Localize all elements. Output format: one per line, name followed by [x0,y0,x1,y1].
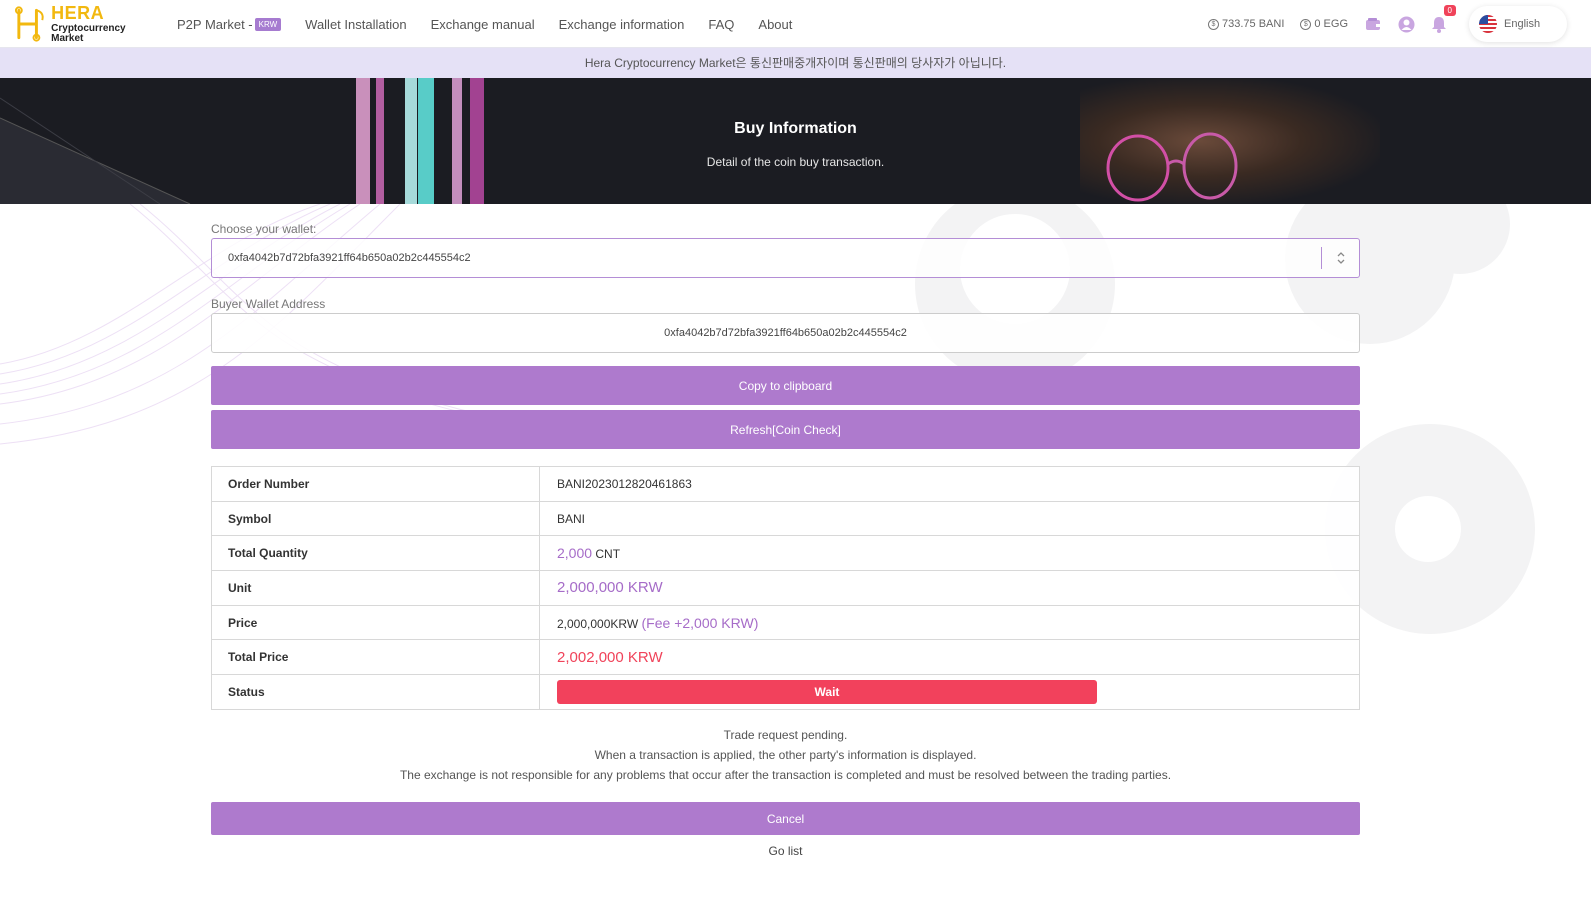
wallet-select-label: Choose your wallet: [211,222,317,236]
fee-value: (Fee +2,000 KRW) [641,614,759,631]
buyer-wallet-address-field[interactable]: 0xfa4042b7d72bfa3921ff64b650a02b2c445554… [211,313,1360,353]
egg-balance: $ 0 EGG [1300,18,1348,30]
us-flag-icon [1479,15,1497,33]
coin-icon: $ [1208,18,1219,30]
status-label: Status [211,674,540,710]
status-badge: Wait [557,679,1097,704]
total-quantity-value: 2,000 [557,545,593,562]
nav-p2p-market[interactable]: P2P Market - KRW [177,16,282,32]
table-row: Symbol BANI [211,500,1360,537]
refresh-coin-check-button[interactable]: Refresh[Coin Check] [211,410,1360,449]
table-row: Total Quantity 2,000 CNT [211,535,1360,572]
nav-p2p-market-label: P2P Market - [177,16,253,32]
page-title: Buy Information [734,120,857,137]
nav-faq[interactable]: FAQ [708,17,734,32]
buyer-wallet-label: Buyer Wallet Address [211,297,326,311]
bani-balance: $ 733.75 BANI [1208,18,1284,30]
table-row: Price 2,000,000KRW (Fee +2,000 KRW) [211,604,1360,641]
symbol-label: Symbol [211,500,540,537]
wallet-icon[interactable] [1364,15,1382,33]
go-list-link[interactable]: Go list [211,844,1360,858]
copy-to-clipboard-button[interactable]: Copy to clipboard [211,366,1360,405]
language-label: English [1504,18,1541,30]
notice-bar: Hera Cryptocurrency Market은 통신판매중개자이며 통신… [0,48,1591,78]
total-price-label: Total Price [211,639,540,676]
total-price-value: 2,002,000 KRW [557,648,663,666]
unit-value: 2,000,000 KRW [557,579,663,597]
brand-subtitle: Cryptocurrency Market [51,23,126,44]
total-quantity-unit: CNT [595,547,621,562]
nav-about[interactable]: About [758,17,792,32]
top-navbar: HERA Cryptocurrency Market P2P Market - … [0,0,1591,48]
hera-logo-icon [14,6,44,42]
main-menu: P2P Market - KRW Wallet Installation Exc… [177,0,816,48]
nav-wallet-installation[interactable]: Wallet Installation [305,17,406,32]
order-number-value: BANI2023012820461863 [539,466,1360,502]
price-label: Price [211,604,540,641]
language-selector[interactable]: English [1469,6,1567,42]
hero-banner: Buy Information Detail of the coin buy t… [0,78,1591,204]
wallet-select-value: 0xfa4042b7d72bfa3921ff64b650a02b2c445554… [228,252,471,264]
brand-name: HERA [51,3,105,23]
bani-balance-value: 733.75 BANI [1222,18,1285,30]
select-caret-icon [1321,247,1359,269]
table-row: Total Price 2,002,000 KRW [211,639,1360,676]
egg-balance-value: 0 EGG [1314,18,1348,30]
notification-bell-icon[interactable]: 0 [1430,5,1456,33]
wallet-select[interactable]: 0xfa4042b7d72bfa3921ff64b650a02b2c445554… [211,238,1360,278]
pending-message: Trade request pending. [723,728,848,742]
nav-exchange-information[interactable]: Exchange information [559,17,685,32]
disclaimer-message: The exchange is not responsible for any … [399,768,1172,782]
order-number-label: Order Number [211,466,540,502]
coin-icon: $ [1300,18,1312,30]
price-value: 2,000,000KRW [557,616,639,631]
table-row: Status Wait [211,674,1360,710]
symbol-value: BANI [539,500,1360,537]
page-subtitle: Detail of the coin buy transaction. [706,155,885,169]
order-details-table: Order Number BANI2023012820461863 Symbol… [211,466,1360,710]
krw-badge: KRW [254,17,282,31]
header-tools: $ 733.75 BANI $ 0 EGG 0 English [1208,0,1591,48]
table-row: Unit 2,000,000 KRW [211,570,1360,606]
cancel-button[interactable]: Cancel [211,802,1360,835]
nav-exchange-manual[interactable]: Exchange manual [431,17,535,32]
hera-logo[interactable]: HERA Cryptocurrency Market [13,3,158,44]
unit-label: Unit [211,570,540,606]
notification-count: 0 [1443,5,1456,16]
total-quantity-label: Total Quantity [211,535,540,572]
user-icon[interactable] [1397,15,1415,33]
info-message: When a transaction is applied, the other… [594,748,977,762]
table-row: Order Number BANI2023012820461863 [211,466,1360,502]
